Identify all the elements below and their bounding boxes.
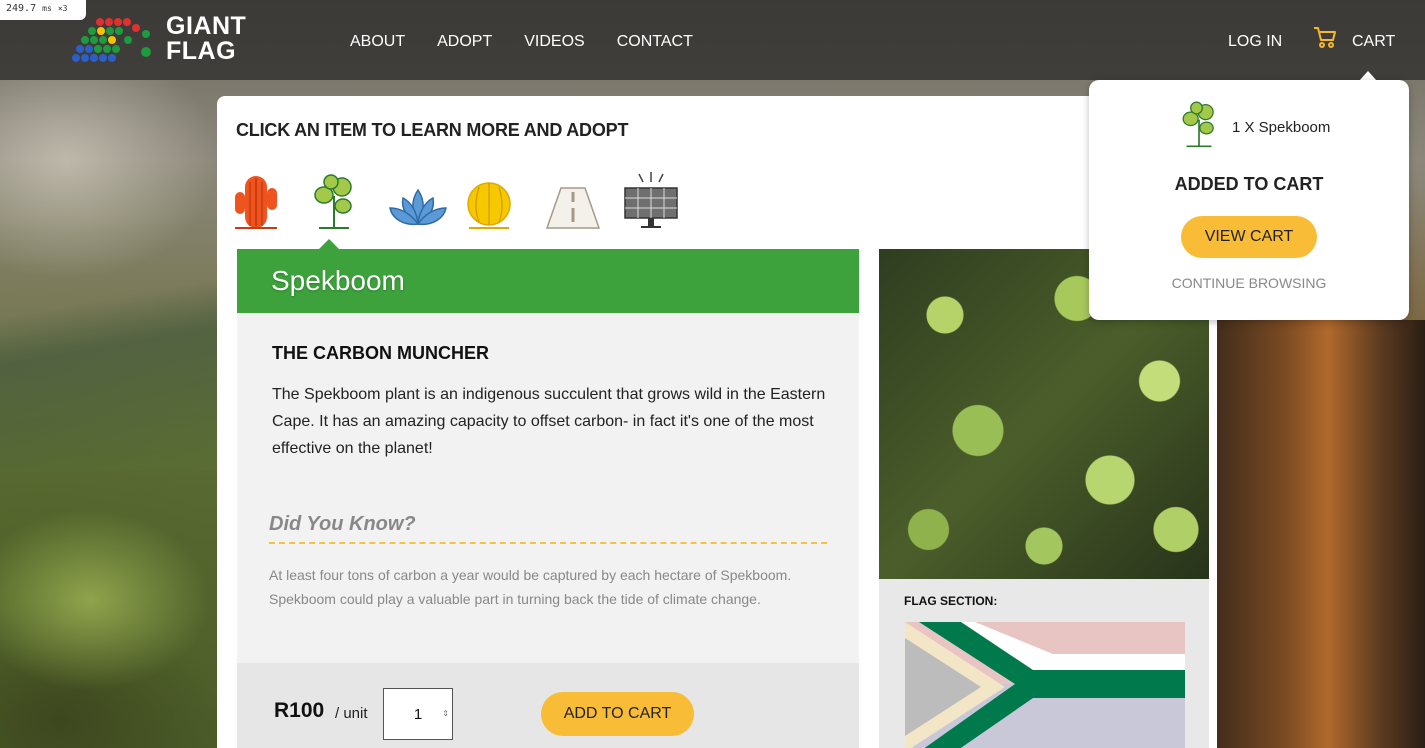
flag-dots-logo-icon bbox=[72, 18, 151, 62]
top-navigation-bar: 249.7 ms ×3 GIANT FLAG ABOUT ADOPT VIDEO… bbox=[0, 0, 1425, 80]
frame-time-unit: ms bbox=[42, 4, 52, 13]
add-to-cart-button[interactable]: ADD TO CART bbox=[541, 692, 694, 736]
flag-section-label: FLAG SECTION: bbox=[904, 594, 998, 608]
did-you-know-fact: At least four tons of carbon a year woul… bbox=[269, 567, 792, 607]
nav-contact[interactable]: CONTACT bbox=[617, 33, 693, 51]
selected-item-pointer bbox=[319, 239, 339, 249]
popup-added-text: ADDED TO CART bbox=[1174, 174, 1324, 194]
frame-time-multiplier: ×3 bbox=[57, 4, 68, 13]
item-details-panel: THE CARBON MUNCHER The Spekboom plant is… bbox=[237, 313, 859, 663]
item-solar-panel[interactable] bbox=[621, 170, 699, 232]
quantity-value: 1 bbox=[413, 706, 423, 723]
background-hills bbox=[0, 270, 220, 470]
giant-flag-logo[interactable]: GIANT FLAG bbox=[66, 14, 246, 66]
nav-adopt[interactable]: ADOPT bbox=[437, 33, 492, 51]
spekboom-icon bbox=[314, 174, 352, 229]
dashed-divider bbox=[269, 542, 827, 544]
adopt-title: CLICK AN ITEM TO LEARN MORE AND ADOPT bbox=[236, 120, 629, 140]
nav-about[interactable]: ABOUT bbox=[350, 33, 405, 51]
item-heading: Spekboom bbox=[271, 265, 405, 296]
item-heading-bar: Spekboom bbox=[237, 249, 859, 313]
flag-section: FLAG SECTION: bbox=[879, 579, 1209, 748]
cactus-icon bbox=[235, 176, 277, 229]
did-you-know-heading: Did You Know? bbox=[269, 513, 416, 535]
purchase-bar: R100 / unit 1 ⇕ ADD TO CART bbox=[237, 663, 859, 748]
round-cactus-icon bbox=[467, 182, 511, 229]
background-cliff bbox=[1209, 320, 1425, 748]
quantity-input[interactable]: 1 ⇕ bbox=[383, 688, 453, 740]
price: R100 bbox=[274, 699, 325, 722]
background-sky bbox=[0, 80, 220, 280]
item-round-cactus[interactable] bbox=[465, 170, 543, 232]
view-cart-button[interactable]: VIEW CART bbox=[1181, 216, 1317, 258]
nav-videos[interactable]: VIDEOS bbox=[524, 33, 584, 51]
cart-icon[interactable] bbox=[1312, 24, 1338, 50]
item-cactus[interactable] bbox=[231, 170, 309, 232]
cart-popup: 1 X Spekboom ADDED TO CART VIEW CART CON… bbox=[1089, 80, 1409, 320]
solar-panel-icon bbox=[624, 172, 678, 228]
spekboom-icon bbox=[1182, 101, 1214, 148]
logo-line-flag: FLAG bbox=[166, 37, 237, 65]
quantity-spinner-icon[interactable]: ⇕ bbox=[442, 709, 449, 718]
frame-time-value: 249.7 bbox=[6, 3, 37, 14]
item-description: The Spekboom plant is an indigenous succ… bbox=[272, 386, 826, 457]
popup-item-text: 1 X Spekboom bbox=[1232, 119, 1331, 136]
lotus-icon bbox=[389, 188, 447, 226]
logo-line-giant: GIANT bbox=[166, 12, 247, 40]
item-road[interactable] bbox=[543, 170, 621, 232]
item-spekboom[interactable] bbox=[309, 170, 387, 232]
cart-link[interactable]: CART bbox=[1352, 33, 1395, 51]
background-bush bbox=[0, 500, 220, 748]
item-lotus[interactable] bbox=[387, 170, 465, 232]
item-picker bbox=[231, 170, 699, 232]
price-unit: / unit bbox=[335, 705, 368, 722]
logo-wordmark: GIANT FLAG bbox=[166, 14, 246, 64]
adopt-card: CLICK AN ITEM TO LEARN MORE AND ADOPT Sp… bbox=[217, 96, 1217, 748]
flag-section-image bbox=[905, 622, 1185, 748]
main-nav: ABOUT ADOPT VIDEOS CONTACT bbox=[350, 33, 725, 51]
login-link[interactable]: LOG IN bbox=[1228, 33, 1282, 51]
road-icon bbox=[545, 187, 601, 229]
continue-browsing-link[interactable]: CONTINUE BROWSING bbox=[1089, 275, 1409, 291]
item-subtitle: THE CARBON MUNCHER bbox=[272, 343, 489, 363]
